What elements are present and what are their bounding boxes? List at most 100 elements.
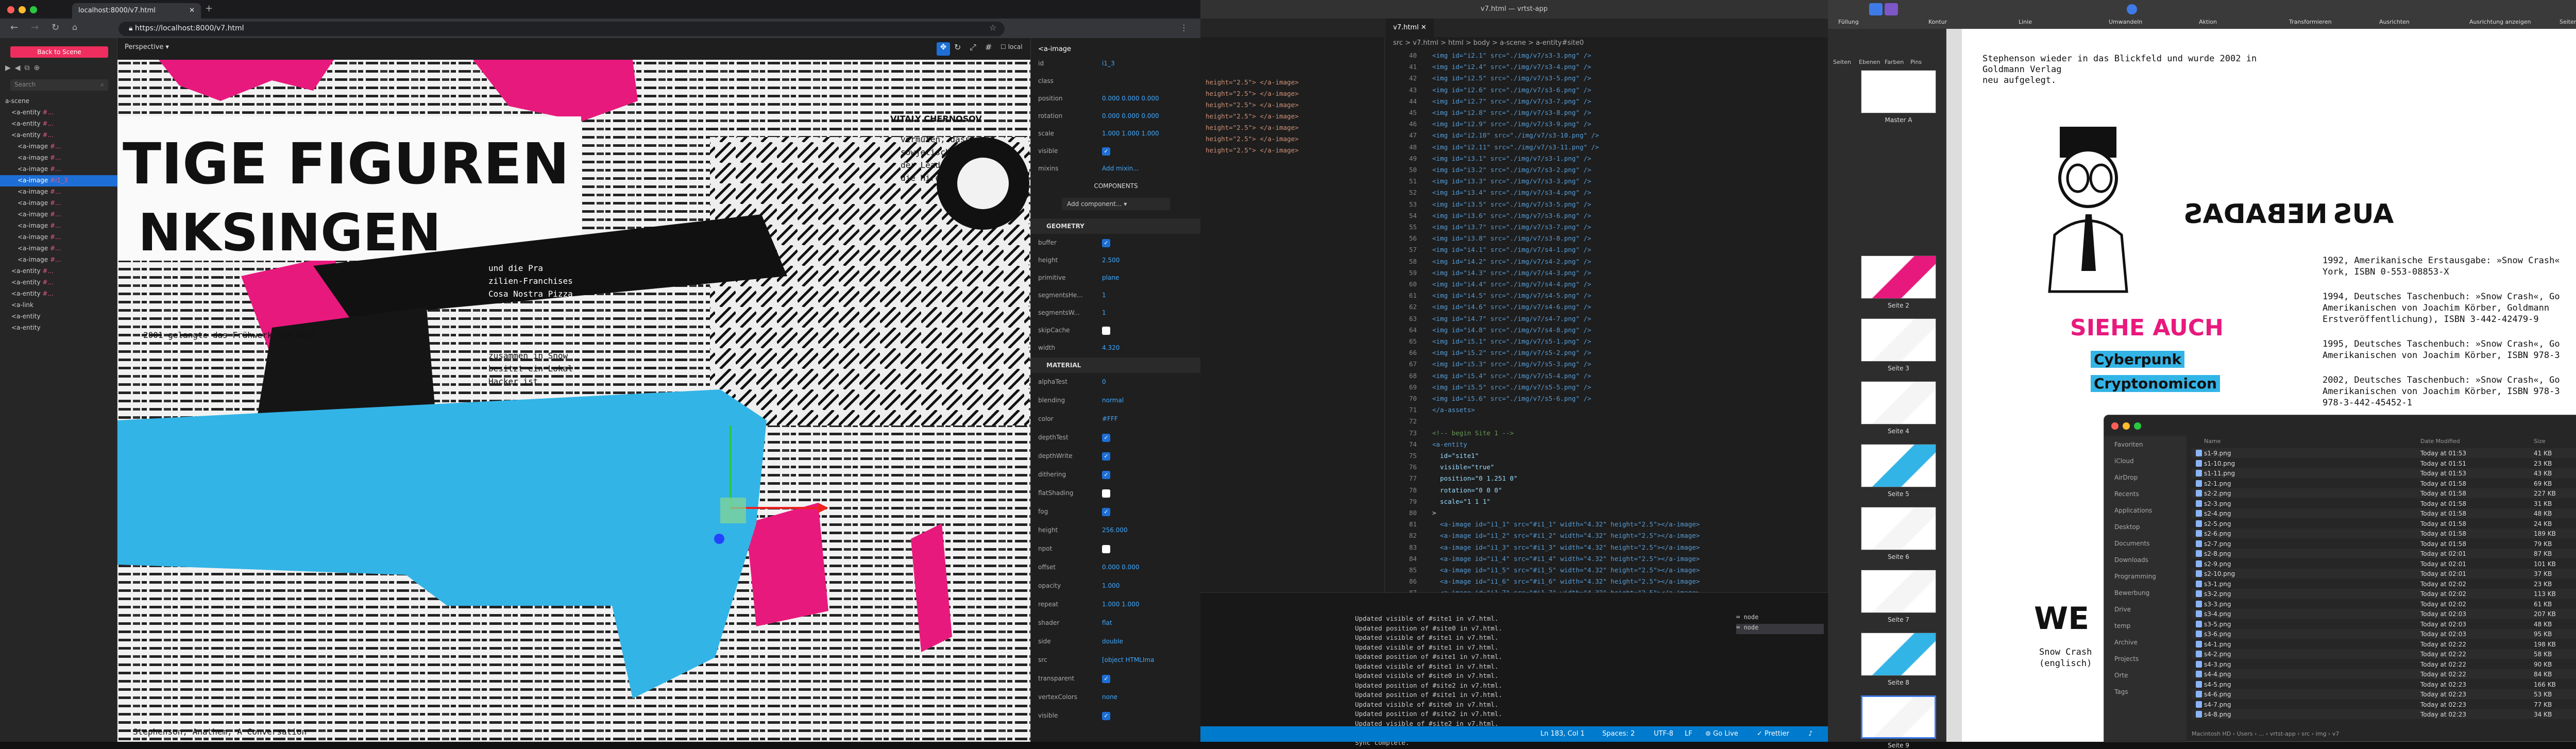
code-line[interactable]: 43 <img id="i2.6" src="./img/v7/s3-6.png"… [1386, 86, 1828, 97]
character-illustration[interactable] [2024, 116, 2209, 302]
attribute-checkbox[interactable]: ✓ [1102, 675, 1110, 683]
finder-sidebar-item[interactable]: Favoriten [2114, 441, 2143, 448]
scene-tree-row[interactable]: <a-entity #... [0, 130, 117, 141]
code-line[interactable]: 71 </a-assets> [1386, 406, 1828, 417]
code-line[interactable]: 57 <img id="i4.1" src="./img/v7/s4-1.png"… [1386, 246, 1828, 257]
page-thumbnail[interactable] [1861, 695, 1936, 739]
code-line[interactable]: 82 <a-image id="i1_2" src="#i1_2" width=… [1386, 532, 1828, 543]
pages-panel-tab[interactable]: Pins [1910, 59, 1922, 65]
attribute-checkbox[interactable]: ✓ [1102, 239, 1110, 247]
local-toggle[interactable]: ☐ local [1001, 43, 1023, 50]
scene-tree-row[interactable]: <a-entity #... [0, 266, 117, 277]
tab-v7-html[interactable]: v7.html ✕ [1386, 19, 1434, 37]
toolbar-item[interactable]: Transformieren [2289, 19, 2332, 25]
attribute-row[interactable]: transparent ✓ [1031, 671, 1201, 688]
attribute-row[interactable]: mixins Add mixin... [1031, 161, 1201, 178]
finder-file-row[interactable]: s2-4.pngToday at 01:5848 KBPNG image [2192, 508, 2576, 518]
page-thumbnail[interactable] [1861, 381, 1936, 424]
code-line[interactable]: 47 <img id="i2.10" src="./img/v7/s3-10.pn… [1386, 131, 1828, 143]
code-line[interactable]: 49 <img id="i3.1" src="./img/v7/s3-1.png"… [1386, 155, 1828, 166]
finder-file-row[interactable]: s4-6.pngToday at 02:2353 KBPNG image [2192, 689, 2576, 699]
geometry-section-header[interactable]: GEOMETRY [1031, 218, 1201, 234]
code-line[interactable]: 81 <a-image id="i1_1" src="#i1_1" width=… [1386, 520, 1828, 532]
code-line[interactable]: 60 <img id="i4.4" src="./img/v7/s4-4.png"… [1386, 280, 1828, 292]
finder-file-row[interactable]: s2-9.pngToday at 02:01101 KBPNG image [2192, 559, 2576, 569]
scene-tree-row[interactable]: <a-image #... [0, 254, 117, 266]
attribute-value[interactable]: flat [1102, 619, 1112, 626]
finder-file-row[interactable]: s4-2.pngToday at 02:2258 KBPNG image [2192, 649, 2576, 659]
finder-sidebar-item[interactable]: Desktop [2114, 523, 2140, 531]
attribute-checkbox[interactable] [1102, 327, 1110, 335]
attribute-value[interactable]: 1.000 [1102, 582, 1120, 589]
code-line[interactable]: 74 <a-entity [1386, 440, 1828, 452]
attribute-row[interactable]: height 256.000 [1031, 522, 1201, 540]
finder-file-row[interactable]: s2-8.pngToday at 02:0187 KBPNG image [2192, 549, 2576, 558]
attribute-row[interactable]: opacity 1.000 [1031, 578, 1201, 595]
toolbar-item[interactable]: Ausrichten [2379, 19, 2410, 25]
attribute-value[interactable]: 0 [1102, 378, 1106, 385]
scene-tree-row[interactable]: <a-image #i1_3 [0, 175, 117, 186]
scene-tree-row[interactable]: <a-entity #... [0, 118, 117, 130]
attribute-value[interactable]: 1.000 1.000 [1102, 601, 1140, 608]
finder-column-header[interactable]: Size [2534, 438, 2546, 445]
code-line[interactable]: 75 id="site1" [1386, 452, 1828, 463]
translate-tool-icon[interactable]: ✥ [937, 42, 950, 56]
code-line[interactable]: 73 <!-- begin Site 1 --> [1386, 429, 1828, 440]
attribute-row[interactable]: npot [1031, 541, 1201, 558]
attribute-row[interactable]: src [object HTMLIma [1031, 652, 1201, 670]
code-line[interactable]: 59 <img id="i4.3" src="./img/v7/s4-3.png"… [1386, 269, 1828, 280]
forward-arrow-icon[interactable]: → [31, 22, 39, 33]
toolbar-item[interactable]: Ausrichtung anzeigen [2469, 19, 2531, 25]
code-line[interactable]: 42 <img id="i2.5" src="./img/v7/s3-5.png"… [1386, 74, 1828, 86]
attribute-row[interactable]: width 4.320 [1031, 340, 1201, 358]
attribute-checkbox[interactable]: ✓ [1102, 712, 1110, 720]
scene-tree-row[interactable]: <a-image #... [0, 220, 117, 232]
finder-sidebar-item[interactable]: Orte [2114, 672, 2128, 679]
scene-tree-row[interactable]: <a-image #... [0, 232, 117, 243]
scene-tree-row[interactable]: <a-entity #... [0, 107, 117, 118]
attribute-row[interactable]: segmentsW... 1 [1031, 305, 1201, 322]
attribute-row[interactable]: shader flat [1031, 615, 1201, 633]
finder-sidebar-item[interactable]: iCloud [2114, 457, 2134, 465]
attribute-row[interactable]: flatShading [1031, 485, 1201, 503]
attribute-row[interactable]: rotation 0.000 0.000 0.000 [1031, 108, 1201, 126]
finder-sidebar-item[interactable]: Archive [2114, 639, 2138, 646]
code-line[interactable]: 52 <img id="i3.4" src="./img/v7/s3-4.png"… [1386, 189, 1828, 200]
attribute-checkbox[interactable]: ✓ [1102, 147, 1110, 156]
attribute-row[interactable]: position 0.000 0.000 0.000 [1031, 91, 1201, 108]
attribute-checkbox[interactable]: ✓ [1102, 471, 1110, 479]
attribute-value[interactable]: 0.000 0.000 [1102, 564, 1140, 571]
page-bottom-line[interactable]: (englisch) [2039, 658, 2092, 669]
finder-close-button[interactable] [2111, 422, 2119, 430]
finder-column-header[interactable]: Date Modified [2420, 438, 2460, 445]
attribute-value[interactable]: normal [1102, 397, 1124, 404]
attribute-row[interactable]: visible ✓ [1031, 708, 1201, 725]
code-line[interactable]: 46 <img id="i2.9" src="./img/v7/s3-9.png"… [1386, 120, 1828, 131]
code-line[interactable]: height="2.5"> </a-image> [1206, 90, 1381, 101]
finder-sidebar-item[interactable]: Drive [2114, 606, 2131, 613]
attribute-checkbox[interactable]: ✓ [1102, 434, 1110, 442]
page-bottom-title[interactable]: WE [2034, 601, 2089, 637]
minimize-window-button[interactable] [19, 6, 26, 13]
attribute-row[interactable]: side double [1031, 634, 1201, 651]
go-live-button[interactable]: ⊚ Go Live [1705, 730, 1738, 738]
finder-file-row[interactable]: s4-1.pngToday at 02:22198 KBPNG image [2192, 639, 2576, 649]
attribute-value[interactable]: plane [1102, 274, 1119, 281]
attribute-checkbox[interactable]: ✓ [1102, 452, 1110, 461]
terminal-list[interactable]: ⌨ node ⌨ node [1736, 614, 1824, 634]
finder-file-row[interactable]: s4-5.pngToday at 02:23166 KBPNG image [2192, 679, 2576, 689]
finder-file-row[interactable]: s1-11.pngToday at 01:5343 KBPNG image [2192, 468, 2576, 478]
code-line[interactable]: 54 <img id="i3.6" src="./img/v7/s3-6.png"… [1386, 212, 1828, 223]
pages-panel-tab[interactable]: Farben [1885, 59, 1904, 65]
master-thumbnail[interactable] [1861, 70, 1936, 113]
indentation[interactable]: Spaces: 2 [1602, 730, 1635, 738]
finder-sidebar-item[interactable]: temp [2114, 622, 2130, 629]
attribute-row[interactable]: primitive plane [1031, 270, 1201, 287]
toolbar-item[interactable]: Umwandeln [2109, 19, 2142, 25]
finder-sidebar-item[interactable]: Projects [2114, 655, 2139, 662]
attribute-row[interactable]: depthWrite ✓ [1031, 448, 1201, 466]
attribute-checkbox[interactable]: ✓ [1102, 508, 1110, 516]
code-line[interactable]: 83 <a-image id="i1_3" src="#i1_3" width=… [1386, 543, 1828, 555]
finder-file-row[interactable]: s4-7.pngToday at 02:2377 KBPNG image [2192, 700, 2576, 709]
browser-tab[interactable]: localhost:8000/v7.html ✕ [72, 3, 201, 19]
